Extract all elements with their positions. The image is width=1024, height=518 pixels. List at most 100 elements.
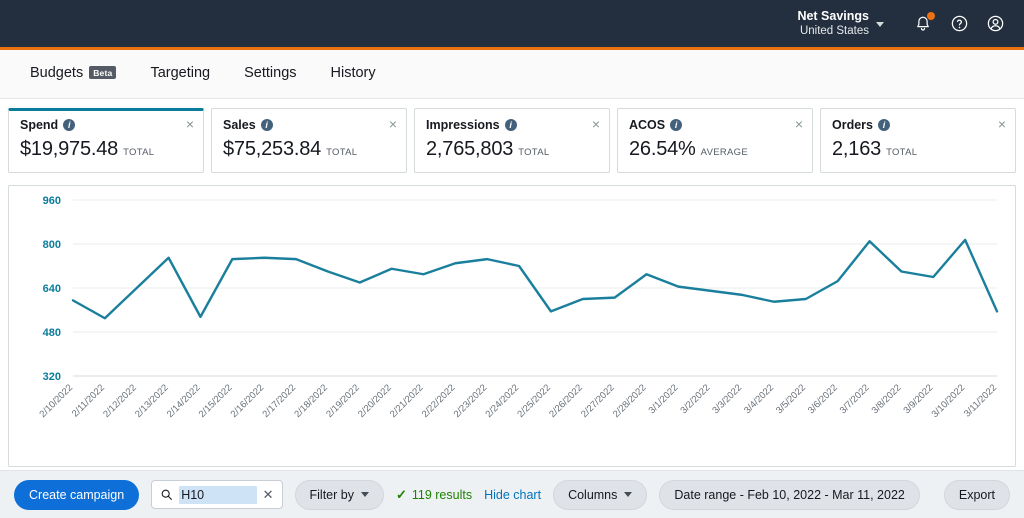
close-icon[interactable]: × <box>186 117 194 131</box>
metric-card-spend-value: $19,975.48 <box>20 138 119 160</box>
metric-card-spend-value-row: $19,975.48 TOTAL <box>20 138 192 161</box>
account-name: Net Savings <box>797 8 869 23</box>
tab-settings-label: Settings <box>244 64 297 81</box>
question-circle-icon <box>951 15 967 32</box>
help-button[interactable] <box>944 9 974 39</box>
account-switcher[interactable]: Net Savings United States <box>797 9 884 38</box>
x-axis-tick-label: 2/19/2022 <box>324 382 362 420</box>
export-button[interactable]: Export <box>943 479 1010 510</box>
tab-targeting-label: Targeting <box>150 64 211 81</box>
x-axis-tick-label: 3/4/2022 <box>742 382 776 416</box>
results-count-label: 119 results <box>411 487 473 502</box>
close-icon[interactable]: × <box>998 117 1006 131</box>
columns-label: Columns <box>568 487 618 502</box>
metric-cards-row: Spend i × $19,975.48 TOTAL Sales i × $75… <box>0 99 1024 180</box>
metric-card-orders-value-row: 2,163 TOTAL <box>832 138 1004 161</box>
x-axis-tick-label: 2/16/2022 <box>229 382 267 420</box>
x-axis-tick-label: 3/2/2022 <box>678 382 712 416</box>
create-campaign-button[interactable]: Create campaign <box>14 479 140 510</box>
profile-button[interactable] <box>980 9 1010 39</box>
date-range-picker[interactable]: Date range - Feb 10, 2022 - Mar 11, 2022 <box>659 479 920 510</box>
x-axis-tick-label: 3/11/2022 <box>962 382 999 419</box>
account-labels: Net Savings United States <box>797 9 869 38</box>
info-icon[interactable]: i <box>670 119 683 131</box>
metric-card-acos-value: 26.54% <box>629 138 696 160</box>
metric-card-sales-title: Sales <box>223 118 256 132</box>
metric-card-impressions-value-row: 2,765,803 TOTAL <box>426 138 598 161</box>
metric-card-orders-value: 2,163 <box>832 138 882 160</box>
info-icon[interactable]: i <box>260 119 273 131</box>
x-axis-tick-label: 3/1/2022 <box>647 382 681 416</box>
tab-history[interactable]: History <box>329 61 378 85</box>
metric-card-orders[interactable]: Orders i × 2,163 TOTAL <box>820 108 1016 173</box>
search-icon <box>161 489 173 500</box>
x-axis-tick-label: 2/26/2022 <box>547 382 585 420</box>
metric-card-acos[interactable]: ACOS i × 26.54% AVERAGE <box>617 108 813 173</box>
section-tabs: Budgets Beta Targeting Settings History <box>0 47 1024 99</box>
user-circle-icon <box>987 15 1003 32</box>
x-axis-tick-label: 2/17/2022 <box>260 382 298 420</box>
y-axis-tick-label: 320 <box>43 371 61 383</box>
metric-card-acos-unit: AVERAGE <box>700 147 748 158</box>
account-country: United States <box>799 25 869 38</box>
info-icon[interactable]: i <box>63 119 76 131</box>
x-axis-tick-label: 3/5/2022 <box>774 382 808 416</box>
info-icon[interactable]: i <box>878 119 890 131</box>
metric-card-orders-header: Orders i <box>832 118 1004 132</box>
metric-card-spend[interactable]: Spend i × $19,975.48 TOTAL <box>8 108 204 173</box>
filter-by-dropdown[interactable]: Filter by <box>294 479 384 510</box>
columns-dropdown[interactable]: Columns <box>553 479 648 510</box>
x-axis-tick-label: 2/24/2022 <box>484 382 522 420</box>
close-icon[interactable]: × <box>795 117 803 131</box>
notifications-button[interactable] <box>908 9 938 39</box>
metric-card-sales[interactable]: Sales i × $75,253.84 TOTAL <box>211 108 407 173</box>
x-axis-tick-label: 2/28/2022 <box>611 382 649 420</box>
metric-card-acos-header: ACOS i <box>629 118 801 132</box>
x-axis-tick-label: 2/10/2022 <box>37 382 75 420</box>
beta-badge: Beta <box>89 66 117 79</box>
x-axis-tick-label: 2/22/2022 <box>420 382 458 420</box>
bottom-toolbar: Create campaign H10 ✕ Filter by ✓ 119 re… <box>0 470 1024 518</box>
export-label: Export <box>958 487 995 502</box>
x-axis-tick-label: 3/3/2022 <box>710 382 744 416</box>
check-icon: ✓ <box>395 486 407 502</box>
metric-card-orders-unit: TOTAL <box>886 147 918 158</box>
metric-card-orders-title: Orders <box>832 118 873 132</box>
hide-chart-link[interactable]: Hide chart <box>484 488 541 502</box>
tab-settings[interactable]: Settings <box>242 61 298 85</box>
metric-card-impressions[interactable]: Impressions i × 2,765,803 TOTAL <box>414 108 610 173</box>
search-field[interactable]: H10 ✕ <box>151 480 283 509</box>
close-icon[interactable]: ✕ <box>263 487 274 503</box>
top-navigation-bar: Net Savings United States <box>0 0 1024 50</box>
x-axis-tick-label: 3/6/2022 <box>806 382 840 416</box>
chevron-down-icon <box>624 492 633 497</box>
x-axis-tick-label: 2/23/2022 <box>452 382 490 420</box>
y-axis-tick-label: 480 <box>43 327 61 339</box>
x-axis-tick-label: 2/15/2022 <box>197 382 235 420</box>
x-axis-tick-label: 2/12/2022 <box>101 382 139 420</box>
metric-card-impressions-unit: TOTAL <box>518 147 550 158</box>
info-icon[interactable]: i <box>504 119 517 131</box>
metric-card-sales-value: $75,253.84 <box>223 138 322 160</box>
x-axis-tick-label: 2/14/2022 <box>165 382 203 420</box>
date-range-label: Date range - Feb 10, 2022 - Mar 11, 2022 <box>674 487 905 502</box>
chart-canvas: 320 480 640 800 960 2/10/20222/11/20222/12/20… <box>37 195 999 420</box>
search-input-value[interactable]: H10 <box>179 485 257 504</box>
x-axis-tick-label: 2/21/2022 <box>388 382 426 420</box>
metric-card-impressions-value: 2,765,803 <box>426 138 514 160</box>
metric-card-impressions-title: Impressions <box>426 118 500 132</box>
close-icon[interactable]: × <box>592 117 600 131</box>
x-axis-tick-label: 3/10/2022 <box>930 382 968 420</box>
x-axis-tick-label: 2/18/2022 <box>292 382 330 420</box>
metric-card-impressions-header: Impressions i <box>426 118 598 132</box>
notification-badge-dot <box>927 11 935 20</box>
tab-budgets[interactable]: Budgets Beta <box>28 61 118 85</box>
close-icon[interactable]: × <box>389 117 397 131</box>
metric-card-sales-header: Sales i <box>223 118 395 132</box>
tab-budgets-label: Budgets <box>30 64 84 81</box>
tab-targeting[interactable]: Targeting <box>148 61 212 85</box>
y-axis-tick-label: 640 <box>43 283 61 295</box>
chart-series-line[interactable] <box>71 238 999 320</box>
x-axis-tick-label: 2/11/2022 <box>70 382 107 419</box>
tab-history-label: History <box>330 64 376 81</box>
